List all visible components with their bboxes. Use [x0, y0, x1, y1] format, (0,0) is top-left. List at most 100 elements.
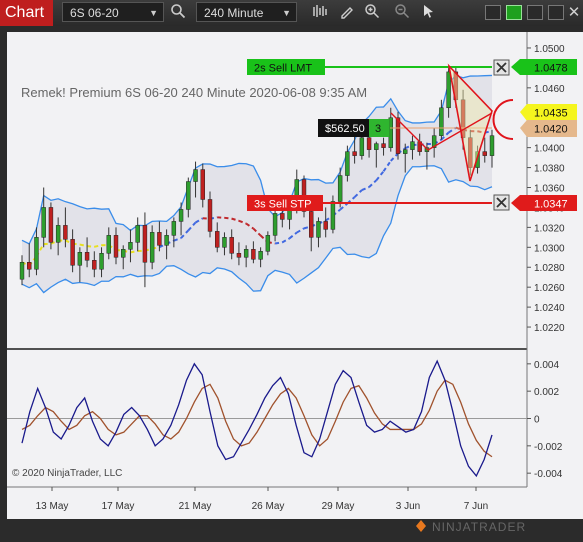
- ninjatrader-logo: NINJATRADER: [416, 520, 526, 534]
- candle-body: [215, 231, 220, 248]
- candle-body: [84, 252, 90, 261]
- candle-body: [207, 199, 213, 232]
- candle-body: [229, 237, 234, 254]
- candle-body: [236, 253, 242, 258]
- candle-body: [316, 221, 321, 238]
- pointer-icon[interactable]: [418, 3, 438, 23]
- candle-body: [171, 221, 177, 236]
- candle-body: [34, 237, 39, 270]
- chart-canvas[interactable]: 0.0040.0020-0.002-0.004 1.05001.04801.04…: [0, 26, 583, 542]
- candle-body: [106, 235, 111, 254]
- link-color-icon[interactable]: [506, 5, 522, 20]
- candle-body: [395, 117, 401, 154]
- candle-body: [157, 232, 162, 246]
- candle-body: [48, 207, 54, 243]
- price-tick-label: 1.0360: [534, 184, 565, 195]
- close-order-icon[interactable]: [493, 59, 510, 76]
- zoom-out-icon[interactable]: [392, 3, 412, 23]
- stop-price-label: 1.0347: [534, 199, 568, 211]
- candle-body: [19, 262, 25, 280]
- pnl-label: $562.50: [325, 123, 365, 135]
- copyright-label: © 2020 NinjaTrader, LLC: [12, 468, 122, 479]
- candle-body: [258, 251, 263, 260]
- price-tick-label: 1.0380: [534, 164, 565, 175]
- osc-tick-label: 0.002: [534, 387, 559, 398]
- window-option-icon[interactable]: [485, 5, 501, 20]
- price-tick-label: 1.0500: [534, 44, 565, 55]
- candle-body: [200, 169, 205, 200]
- candle-body: [63, 225, 68, 240]
- candle-body: [381, 143, 386, 148]
- candle-body: [222, 237, 227, 248]
- date-tick-label: 17 May: [102, 501, 135, 512]
- sell-stop-order-label: 3s Sell STP: [254, 199, 311, 211]
- osc-tick-label: -0.004: [534, 469, 563, 480]
- chevron-down-icon: ▼: [282, 8, 291, 18]
- candle-body: [70, 239, 75, 266]
- price-tick-label: 1.0240: [534, 303, 565, 314]
- yellow-price-label: 1.0435: [534, 108, 568, 120]
- candle-body: [27, 262, 32, 270]
- candle-body: [330, 201, 336, 230]
- price-tick-label: 1.0460: [534, 84, 565, 95]
- tan-price-label: 1.0420: [534, 124, 568, 136]
- candle-body: [345, 151, 350, 176]
- brand-label: NINJATRADER: [432, 520, 526, 534]
- osc-tick-label: 0: [534, 415, 540, 426]
- candle-body: [243, 249, 249, 258]
- candle-body: [388, 117, 393, 148]
- search-icon[interactable]: [168, 3, 188, 23]
- candle-body: [55, 225, 61, 243]
- osc-tick-label: -0.002: [534, 442, 563, 453]
- minimize-icon[interactable]: [527, 5, 543, 20]
- date-tick-label: 26 May: [252, 501, 285, 512]
- candle-body: [77, 252, 83, 266]
- chart-toolbar: Chart 6S 06-20 ▼ 240 Minute ▼ ✕: [0, 0, 583, 27]
- drawing-tool-icon[interactable]: [337, 3, 357, 23]
- candle-body: [482, 151, 487, 156]
- price-tick-label: 1.0280: [534, 263, 565, 274]
- candle-body: [113, 235, 119, 258]
- candle-body: [359, 137, 365, 156]
- candle-body: [149, 232, 155, 263]
- candle-body: [265, 235, 271, 252]
- maximize-icon[interactable]: [548, 5, 564, 20]
- instrument-selector[interactable]: 6S 06-20 ▼: [62, 2, 164, 22]
- candle-body: [446, 71, 451, 109]
- price-tick-label: 1.0300: [534, 243, 565, 254]
- candle-body: [135, 225, 140, 243]
- candle-body: [309, 211, 314, 238]
- candle-body: [280, 213, 285, 220]
- candle-body: [323, 221, 328, 230]
- date-tick-label: 3 Jun: [396, 501, 420, 512]
- date-tick-label: 7 Jun: [464, 501, 488, 512]
- interval-value: 240 Minute: [204, 6, 264, 20]
- candle-body: [193, 169, 198, 182]
- candle-body: [142, 225, 148, 263]
- candle-body: [121, 249, 126, 258]
- candle-body: [410, 141, 415, 150]
- price-tick-label: 1.0220: [534, 323, 565, 334]
- date-tick-label: 29 May: [322, 501, 355, 512]
- candle-body: [178, 209, 184, 222]
- candle-body: [92, 260, 97, 270]
- zoom-in-icon[interactable]: [362, 3, 382, 23]
- candle-body: [41, 207, 46, 238]
- price-tick-label: 1.0320: [534, 223, 565, 234]
- candle-body: [374, 143, 379, 150]
- candle-body: [251, 249, 256, 260]
- candle-body: [403, 149, 408, 154]
- chevron-down-icon: ▼: [149, 8, 158, 18]
- date-tick-label: 21 May: [179, 501, 212, 512]
- candle-body: [352, 151, 357, 156]
- osc-tick-label: 0.004: [534, 360, 559, 371]
- candle-body: [337, 175, 343, 202]
- interval-selector[interactable]: 240 Minute ▼: [196, 2, 297, 22]
- candle-body: [99, 253, 104, 270]
- close-icon[interactable]: ✕: [564, 3, 583, 23]
- bar-type-icon[interactable]: [310, 3, 330, 23]
- instrument-value: 6S 06-20: [70, 6, 119, 20]
- candle-body: [128, 242, 133, 250]
- close-order-icon[interactable]: [493, 194, 510, 211]
- limit-price-label: 1.0478: [534, 63, 568, 75]
